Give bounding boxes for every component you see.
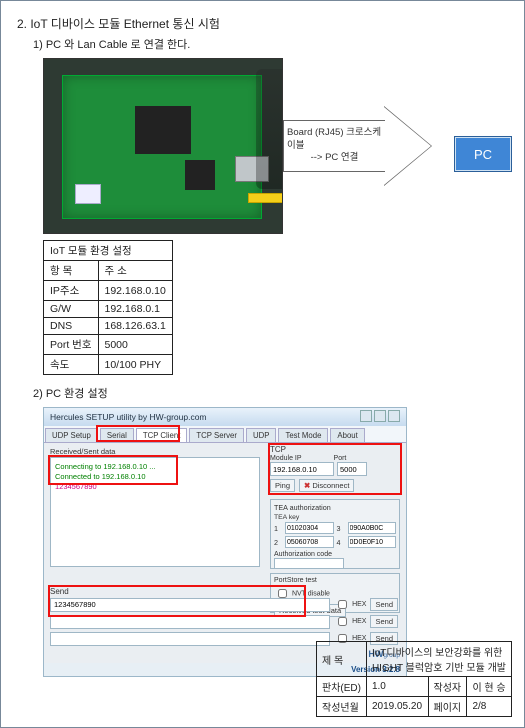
table-row: IP주소192.168.0.10 (44, 281, 173, 301)
table-row: G/W192.168.0.1 (44, 301, 173, 318)
footer-page-label: 페이지 (428, 697, 467, 717)
footer-title-label: 제 목 (317, 642, 367, 677)
arrow-text-1: Board (RJ45) 크로스케이블 (287, 127, 382, 152)
tab-udp[interactable]: UDP (246, 428, 276, 442)
send-panel: Send HEX Send HEX Send HEX Send (50, 587, 398, 648)
step1-title: 1) PC 와 Lan Cable 로 연결 한다. (33, 36, 510, 52)
tab-test-mode[interactable]: Test Mode (278, 428, 328, 442)
send-label: Send (50, 587, 398, 596)
module-ip-input[interactable] (270, 462, 334, 476)
send-input-3[interactable] (50, 632, 330, 646)
tab-serial[interactable]: Serial (100, 428, 134, 442)
ping-button[interactable]: Ping (270, 479, 295, 492)
tea-key-1[interactable] (285, 522, 334, 534)
table-row: Port 번호5000 (44, 335, 173, 355)
tcp-header: TCP (270, 445, 400, 454)
arrow-icon: Board (RJ45) 크로스케이블 --> PC 연결 (283, 106, 443, 186)
hercules-window: Hercules SETUP utility by HW-group.com U… (43, 407, 407, 677)
send-button[interactable]: Send (370, 598, 398, 611)
send-input-2[interactable] (50, 615, 330, 629)
tea-panel: TEA authorization TEA key 1 3 2 4 Author… (270, 499, 400, 569)
pv-header: PortStore test (274, 577, 396, 584)
tab-about[interactable]: About (330, 428, 364, 442)
tab-tcp-server[interactable]: TCP Server (189, 428, 244, 442)
col-item: 항 목 (44, 261, 99, 281)
iot-config-table: IoT 모듈 환경 설정 항 목 주 소 IP주소192.168.0.10 G/… (43, 240, 173, 375)
close-icon: ✖ (304, 481, 310, 490)
iot-table-caption: IoT 모듈 환경 설정 (44, 241, 173, 261)
tcp-panel: TCP Module IP Port Ping ✖Disconnect (270, 445, 400, 495)
tab-udp-setup[interactable]: UDP Setup (45, 428, 98, 442)
pcb-photo (43, 58, 283, 234)
step2-title: 2) PC 환경 설정 (33, 385, 510, 401)
tab-bar: UDP Setup Serial TCP Client TCP Server U… (44, 426, 406, 443)
conn-line: Connecting to 192.168.0.10 ... (55, 462, 255, 472)
footer-author-label: 작성자 (428, 677, 467, 697)
footer-date-label: 작성년월 (317, 697, 367, 717)
hex-checkbox[interactable] (338, 600, 347, 609)
col-addr: 주 소 (98, 261, 172, 281)
arrow-text-2: --> PC 연결 (311, 152, 359, 164)
port-input[interactable] (337, 462, 367, 476)
window-titlebar: Hercules SETUP utility by HW-group.com (44, 408, 406, 426)
conn-line: 1234567890 (55, 482, 255, 492)
window-buttons[interactable] (358, 410, 400, 424)
tea-key-3[interactable] (348, 522, 397, 534)
footer-title-value: IoT디바이스의 보안강화를 위한 HIGHT 블럭암호 기반 모듈 개발 (366, 642, 511, 677)
tea-key-2[interactable] (285, 536, 334, 548)
conn-line: Connected to 192.168.0.10 (55, 472, 255, 482)
tab-tcp-client[interactable]: TCP Client (136, 428, 188, 442)
disconnect-button[interactable]: ✖Disconnect (299, 479, 354, 492)
auth-code-input[interactable] (274, 558, 344, 569)
hex-checkbox[interactable] (338, 617, 347, 626)
table-row: 속도10/100 PHY (44, 355, 173, 375)
table-row: DNS168.126.63.1 (44, 318, 173, 335)
pc-box: PC (454, 136, 512, 172)
tea-header: TEA authorization (274, 503, 396, 512)
footer-block: 제 목 IoT디바이스의 보안강화를 위한 HIGHT 블럭암호 기반 모듈 개… (316, 641, 512, 717)
send-input-1[interactable] (50, 598, 330, 612)
footer-ed-value: 1.0 (366, 677, 428, 697)
footer-date-value: 2019.05.20 (366, 697, 428, 717)
footer-author-value: 이 현 승 (467, 677, 512, 697)
window-title: Hercules SETUP utility by HW-group.com (50, 412, 207, 422)
footer-page-value: 2/8 (467, 697, 512, 717)
tea-key-4[interactable] (348, 536, 397, 548)
section-title: 2. IoT 디바이스 모듈 Ethernet 통신 시험 (17, 15, 510, 32)
send-button[interactable]: Send (370, 615, 398, 628)
footer-ed-label: 판차(ED) (317, 677, 367, 697)
received-sent-box[interactable]: Connecting to 192.168.0.10 ... Connected… (50, 457, 260, 567)
connection-diagram: Board (RJ45) 크로스케이블 --> PC 연결 PC (43, 58, 510, 234)
